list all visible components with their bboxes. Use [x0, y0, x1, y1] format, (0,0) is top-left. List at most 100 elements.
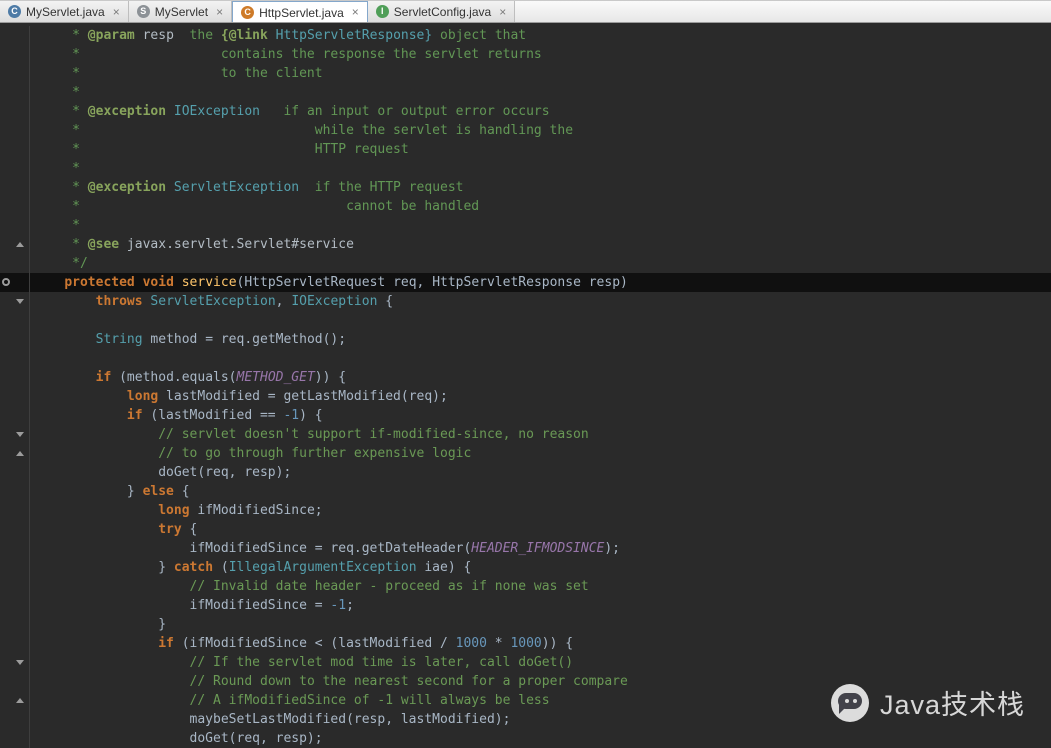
code-line[interactable]: // to go through further expensive logic — [0, 444, 1051, 463]
code-line[interactable]: ifModifiedSince = -1; — [0, 596, 1051, 615]
editor-tab[interactable]: SMyServlet× — [129, 1, 232, 22]
gutter — [0, 216, 30, 235]
gutter — [0, 178, 30, 197]
code-line[interactable] — [0, 349, 1051, 368]
code-text: doGet(req, resp); — [30, 729, 323, 748]
watermark-text: Java技术栈 — [880, 683, 1025, 722]
code-line[interactable]: protected void service(HttpServletReques… — [0, 273, 1051, 292]
code-line[interactable]: * @exception IOException if an input or … — [0, 102, 1051, 121]
code-text: * @param resp the {@link HttpServletResp… — [30, 26, 526, 45]
gutter — [0, 463, 30, 482]
watermark: Java技术栈 — [831, 683, 1025, 722]
code-line[interactable]: long lastModified = getLastModified(req)… — [0, 387, 1051, 406]
code-line[interactable]: long ifModifiedSince; — [0, 501, 1051, 520]
code-line[interactable]: ifModifiedSince = req.getDateHeader(HEAD… — [0, 539, 1051, 558]
code-editor[interactable]: * @param resp the {@link HttpServletResp… — [0, 24, 1051, 748]
code-line[interactable]: * cannot be handled — [0, 197, 1051, 216]
editor-tab[interactable]: C HttpServlet.java × — [232, 1, 368, 22]
gutter — [0, 425, 30, 444]
gutter — [0, 387, 30, 406]
code-line[interactable]: String method = req.getMethod(); — [0, 330, 1051, 349]
fold-start-icon[interactable] — [16, 299, 24, 304]
code-text: try { — [30, 520, 197, 539]
code-line[interactable]: * contains the response the servlet retu… — [0, 45, 1051, 64]
code-line[interactable] — [0, 311, 1051, 330]
editor-tab[interactable]: I ServletConfig.java × — [368, 1, 515, 22]
chat-bubble-icon — [838, 693, 862, 709]
code-line[interactable]: * while the servlet is handling the — [0, 121, 1051, 140]
gutter — [0, 672, 30, 691]
close-icon[interactable]: × — [216, 5, 223, 19]
java-class-file-icon: C — [8, 5, 21, 18]
close-icon[interactable]: × — [352, 5, 359, 19]
gutter — [0, 121, 30, 140]
code-text: long lastModified = getLastModified(req)… — [30, 387, 448, 406]
editor-tab[interactable]: C MyServlet.java × — [0, 1, 129, 22]
code-line[interactable]: // servlet doesn't support if-modified-s… — [0, 425, 1051, 444]
gutter — [0, 691, 30, 710]
code-line[interactable]: * to the client — [0, 64, 1051, 83]
code-text: * — [30, 216, 80, 235]
code-line[interactable]: * @param resp the {@link HttpServletResp… — [0, 26, 1051, 45]
fold-end-icon[interactable] — [16, 698, 24, 703]
fold-start-icon[interactable] — [16, 660, 24, 665]
code-text: * — [30, 83, 80, 102]
tab-label: ServletConfig.java — [394, 4, 491, 19]
code-text: * to the client — [30, 64, 323, 83]
code-text: protected void service(HttpServletReques… — [30, 273, 628, 292]
code-text — [30, 349, 33, 368]
gutter — [0, 273, 30, 292]
code-line[interactable]: doGet(req, resp); — [0, 463, 1051, 482]
fold-end-icon[interactable] — [16, 451, 24, 456]
code-line[interactable]: try { — [0, 520, 1051, 539]
code-text: * while the servlet is handling the — [30, 121, 573, 140]
code-text: // If the servlet mod time is later, cal… — [30, 653, 573, 672]
fold-start-icon[interactable] — [16, 432, 24, 437]
code-line[interactable]: if (method.equals(METHOD_GET)) { — [0, 368, 1051, 387]
code-text: // Round down to the nearest second for … — [30, 672, 628, 691]
tab-label: HttpServlet.java — [259, 5, 344, 20]
code-line[interactable]: } — [0, 615, 1051, 634]
method-circle-icon[interactable] — [2, 278, 10, 286]
gutter — [0, 577, 30, 596]
code-text: // Invalid date header - proceed as if n… — [30, 577, 589, 596]
code-line[interactable]: * @exception ServletException if the HTT… — [0, 178, 1051, 197]
java-library-class-icon: C — [241, 6, 254, 19]
gutter — [0, 558, 30, 577]
code-line[interactable]: // Invalid date header - proceed as if n… — [0, 577, 1051, 596]
code-line[interactable]: */ — [0, 254, 1051, 273]
code-line[interactable]: * — [0, 216, 1051, 235]
gutter — [0, 368, 30, 387]
gutter — [0, 140, 30, 159]
code-line[interactable]: } else { — [0, 482, 1051, 501]
code-line[interactable]: } catch (IllegalArgumentException iae) { — [0, 558, 1051, 577]
code-line[interactable]: * — [0, 83, 1051, 102]
gutter — [0, 83, 30, 102]
gutter — [0, 26, 30, 45]
code-line[interactable]: doGet(req, resp); — [0, 729, 1051, 748]
gutter — [0, 311, 30, 330]
code-line[interactable]: if (ifModifiedSince < (lastModified / 10… — [0, 634, 1051, 653]
code-text: * @see javax.servlet.Servlet#service — [30, 235, 354, 254]
code-text: * @exception IOException if an input or … — [30, 102, 550, 121]
code-text: * — [30, 159, 80, 178]
fold-end-icon[interactable] — [16, 242, 24, 247]
tab-label: MyServlet.java — [26, 4, 105, 19]
code-line[interactable]: if (lastModified == -1) { — [0, 406, 1051, 425]
gutter — [0, 539, 30, 558]
gutter — [0, 349, 30, 368]
close-icon[interactable]: × — [499, 5, 506, 19]
code-line[interactable]: * @see javax.servlet.Servlet#service — [0, 235, 1051, 254]
gutter — [0, 45, 30, 64]
code-text: } — [30, 615, 166, 634]
java-interface-icon: I — [376, 5, 389, 18]
code-line[interactable]: * — [0, 159, 1051, 178]
code-line[interactable]: // If the servlet mod time is later, cal… — [0, 653, 1051, 672]
gutter — [0, 254, 30, 273]
code-text: throws ServletException, IOException { — [30, 292, 393, 311]
code-line[interactable]: * HTTP request — [0, 140, 1051, 159]
close-icon[interactable]: × — [113, 5, 120, 19]
gutter — [0, 406, 30, 425]
code-line[interactable]: throws ServletException, IOException { — [0, 292, 1051, 311]
gutter — [0, 615, 30, 634]
